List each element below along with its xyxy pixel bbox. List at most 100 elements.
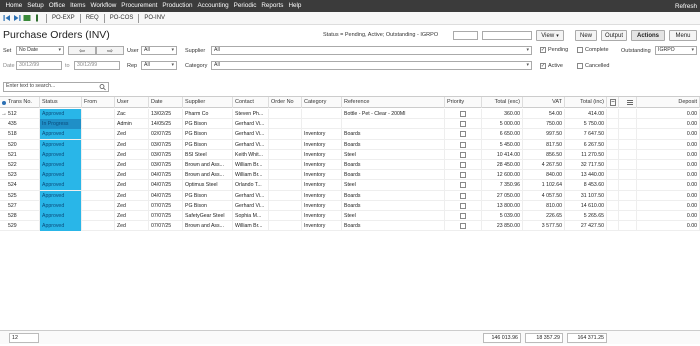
priority-checkbox[interactable] [460, 162, 466, 168]
next-period-button[interactable]: ⇨ [96, 46, 124, 55]
column-header[interactable]: Priority [445, 97, 482, 108]
extra-cell [607, 200, 619, 211]
table-row[interactable]: 524 Approved Zed 04/07/25 Optimus Steel Orlan… [0, 180, 700, 191]
priority-checkbox[interactable] [460, 223, 466, 230]
tab-po-cos[interactable]: PO-COS [108, 15, 136, 21]
priority-checkbox[interactable] [460, 192, 466, 199]
column-header[interactable]: Deposit [637, 97, 700, 108]
menu-item-home[interactable]: Home [3, 0, 25, 12]
menu-item-office[interactable]: Office [46, 0, 67, 12]
purchase-orders-grid: Trans No. Status From User Date Supplier Conta… [0, 96, 700, 328]
menu-item-production[interactable]: Production [160, 0, 195, 12]
priority-checkbox[interactable] [460, 111, 466, 117]
column-header[interactable]: User [115, 97, 149, 108]
column-header[interactable]: From [82, 97, 115, 108]
to-label: to [65, 63, 70, 69]
deposit-cell: 0.00 [637, 170, 700, 181]
table-row[interactable]: 528 Approved Zed 07/07/25 SafetyGear Steel So… [0, 211, 700, 222]
order-no-cell [269, 160, 302, 170]
column-header[interactable]: VAT [523, 97, 565, 108]
user-select[interactable]: All ▾ [141, 46, 177, 55]
active-checkbox[interactable]: ✓ Active [540, 63, 563, 69]
table-row[interactable]: 512 Approved Zac 13/02/25 Pharm Co Steven Ph.… [0, 109, 700, 120]
priority-checkbox[interactable] [460, 151, 466, 158]
outstanding-select[interactable]: IGRPO ▾ [655, 46, 697, 55]
chevron-down-icon: ▾ [58, 47, 61, 53]
refresh-button[interactable]: Refresh [675, 3, 700, 10]
column-header[interactable]: Reference [342, 97, 445, 108]
rep-value: All [144, 62, 150, 68]
cancelled-checkbox[interactable]: Cancelled [577, 63, 609, 69]
table-row[interactable]: 518 Approved Zed 02/07/25 PG Bison Gerhard Vi… [0, 129, 700, 140]
from-cell [82, 160, 115, 170]
table-row[interactable]: 525 Approved Zed 04/07/25 PG Bison Gerhard Vi… [0, 190, 700, 201]
export-icon[interactable] [23, 14, 31, 22]
priority-checkbox[interactable] [460, 131, 466, 138]
total-inc-cell: 31 107.50 [565, 190, 607, 201]
priority-checkbox[interactable] [460, 202, 466, 209]
menu-item-procurement[interactable]: Procurement [119, 0, 160, 12]
table-row[interactable]: 529 Approved Zed 07/07/25 Brown and Ass... Wi… [0, 221, 700, 232]
rep-select[interactable]: All ▾ [141, 61, 177, 70]
split-icon[interactable] [33, 14, 41, 22]
last-record-icon[interactable] [13, 14, 21, 22]
menu-item-help[interactable]: Help [286, 0, 304, 12]
table-row[interactable]: 435 In Progress Admin 14/05/25 PG Bison Gerha… [0, 119, 700, 130]
date-from-input[interactable]: 30/12/99 [16, 61, 62, 70]
actions-button[interactable]: Actions [631, 30, 665, 41]
tab-req[interactable]: REQ [84, 15, 101, 21]
menu-item-reports[interactable]: Reports [259, 0, 286, 12]
calculator-icon[interactable] [607, 97, 619, 108]
total-inc-cell: 5 265.65 [565, 211, 607, 221]
column-header[interactable]: Date [149, 97, 183, 108]
menu-item-accounting[interactable]: Accounting [195, 0, 231, 12]
table-row[interactable]: 522 Approved Zed 03/07/25 Brown and Ass... Wi… [0, 160, 700, 171]
menu-button[interactable]: Menu [669, 30, 697, 41]
view-dropdown[interactable]: View ▾ [536, 30, 564, 41]
tab-po-exp[interactable]: PO-EXP [50, 15, 77, 21]
category-select[interactable]: All ▾ [211, 61, 532, 70]
pending-checkbox[interactable]: ✓ Pending [540, 47, 568, 53]
priority-checkbox[interactable] [460, 121, 466, 128]
column-header[interactable]: Status [40, 97, 82, 108]
column-header[interactable]: Trans No. [0, 97, 40, 108]
supplier-select[interactable]: All ▾ [211, 46, 532, 55]
deposit-cell: 0.00 [637, 119, 700, 130]
tab-po-inv[interactable]: PO-INV [142, 15, 167, 21]
user-label: User [127, 48, 139, 54]
menu-item-setup[interactable]: Setup [25, 0, 46, 12]
search-field[interactable] [482, 31, 532, 40]
checkbox-empty [577, 63, 583, 69]
column-header[interactable]: Category [302, 97, 342, 108]
first-record-icon[interactable] [3, 14, 11, 22]
vat-cell: 4 057.50 [523, 190, 565, 201]
table-row[interactable]: 523 Approved Zed 04/07/25 Brown and Ass... Wi… [0, 170, 700, 181]
date-to-input[interactable]: 30/12/99 [74, 61, 120, 70]
user-cell: Zed [115, 180, 149, 191]
menu-item-periodic[interactable]: Periodic [231, 0, 259, 12]
table-row[interactable]: 520 Approved Zed 03/07/25 PG Bison Gerhard Vi… [0, 139, 700, 150]
quick-filter-input[interactable] [453, 31, 478, 40]
table-row[interactable]: 521 Approved Zed 03/07/25 BSI Steel Keith Whi… [0, 149, 700, 160]
column-menu-icon[interactable] [619, 97, 637, 108]
new-button[interactable]: New [575, 30, 597, 41]
table-row[interactable]: 527 Approved Zed 07/07/25 PG Bison Gerhard Vi… [0, 200, 700, 211]
priority-checkbox[interactable] [460, 213, 466, 219]
menu-item-workflow[interactable]: Workflow [88, 0, 119, 12]
column-header[interactable]: Contact [233, 97, 269, 108]
menu-item-items[interactable]: Items [68, 0, 88, 12]
priority-checkbox[interactable] [460, 172, 466, 179]
priority-checkbox[interactable] [460, 141, 466, 148]
prev-period-button[interactable]: ⇦ [68, 46, 96, 55]
column-header[interactable]: Order No [269, 97, 302, 108]
complete-checkbox[interactable]: Complete [577, 47, 609, 53]
set-select[interactable]: No Date ▾ [16, 46, 64, 55]
output-button[interactable]: Output [601, 30, 627, 41]
column-header[interactable]: Supplier [183, 97, 233, 108]
grid-search-input[interactable]: Enter text to search... [3, 82, 109, 92]
priority-checkbox[interactable] [460, 182, 466, 189]
column-header[interactable]: Total (inc) [565, 97, 607, 108]
column-header[interactable]: Total (exc) [482, 97, 523, 108]
contact-cell: Gerhard Vi... [233, 200, 269, 211]
supplier-label: Supplier [185, 48, 206, 54]
